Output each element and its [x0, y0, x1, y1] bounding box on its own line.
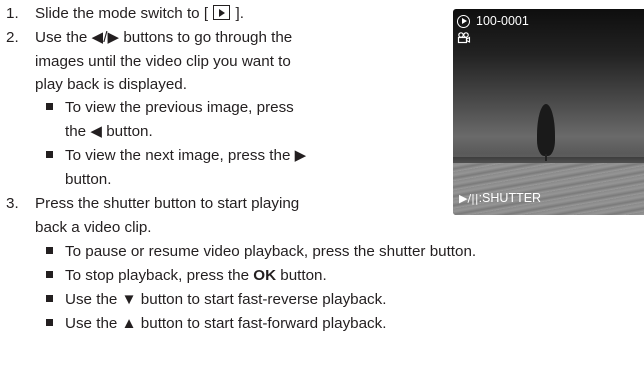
play-mode-icon: [457, 14, 470, 28]
bullet-text-continued: the ◀ button.: [65, 123, 153, 140]
bullet-icon: [46, 247, 53, 254]
step-number: 3.: [6, 195, 19, 212]
lcd-footer: ▶/||:SHUTTER: [459, 190, 541, 207]
list-item: Use the ▼ button to start fast-reverse p…: [46, 288, 386, 312]
step-number: 2.: [6, 29, 19, 46]
bullet-text-continued: button.: [65, 171, 112, 188]
shutter-hint: :SHUTTER: [478, 191, 542, 205]
list-item: To view the next image, press the ▶: [46, 144, 306, 168]
file-number: 100-0001: [476, 14, 529, 28]
step-1: 1. Slide the mode switch to [ ].: [6, 2, 446, 26]
list-item: To view the previous image, press: [46, 96, 294, 120]
step-text-end: ].: [235, 5, 244, 22]
bullet-icon: [46, 151, 53, 158]
bullet-text: To view the previous image, press: [65, 99, 294, 116]
bullet-text: Use the ▼ button to start fast-reverse p…: [65, 291, 387, 308]
bullet-icon: [46, 319, 53, 326]
step-text-line-3: play back is displayed.: [35, 76, 187, 93]
step-text-line-2: back a video clip.: [35, 218, 152, 236]
step-2: 2. Use the ◀/▶ buttons to go through the …: [6, 26, 446, 97]
tree-trunk: [545, 154, 547, 161]
bullet-text: To view the next image, press the ▶: [65, 147, 307, 164]
video-clip-icon-svg: [457, 32, 471, 44]
step-text-line-2: images until the video clip you want to: [35, 52, 291, 70]
video-clip-icon: [457, 32, 471, 48]
step-text-line-1: Press the shutter button to start playin…: [35, 195, 300, 212]
step-3: 3. Press the shutter button to start play…: [6, 192, 446, 239]
playback-mode-icon: [213, 5, 231, 20]
lcd-header: 100-0001: [457, 13, 529, 29]
lcd-preview: 100-0001 ▶/||:SHUTTER: [453, 9, 644, 215]
bullet-text: To stop playback, press the: [65, 267, 254, 284]
bullet-icon: [46, 271, 53, 278]
bullet-text: Use the ▲ button to start fast-forward p…: [65, 315, 387, 332]
bullet-icon: [46, 103, 53, 110]
list-item: To pause or resume video playback, press…: [46, 240, 476, 264]
list-item: Use the ▲ button to start fast-forward p…: [46, 312, 386, 336]
list-item: To stop playback, press the OK button.: [46, 264, 327, 288]
step-number: 1.: [6, 5, 19, 22]
field: [453, 163, 644, 215]
bullet-text-end: button.: [276, 267, 327, 284]
bullet-icon: [46, 295, 53, 302]
manual-page: 1. Slide the mode switch to [ ]. 2. Use th…: [0, 0, 644, 384]
ok-button-label: OK: [253, 267, 277, 284]
play-pause-icon: ▶/||: [459, 192, 479, 205]
bullet-text: To pause or resume video playback, press…: [65, 243, 477, 260]
step-text-line-1: Use the ◀/▶ buttons to go through the: [35, 29, 293, 46]
step-text: Slide the mode switch to [: [35, 5, 209, 22]
